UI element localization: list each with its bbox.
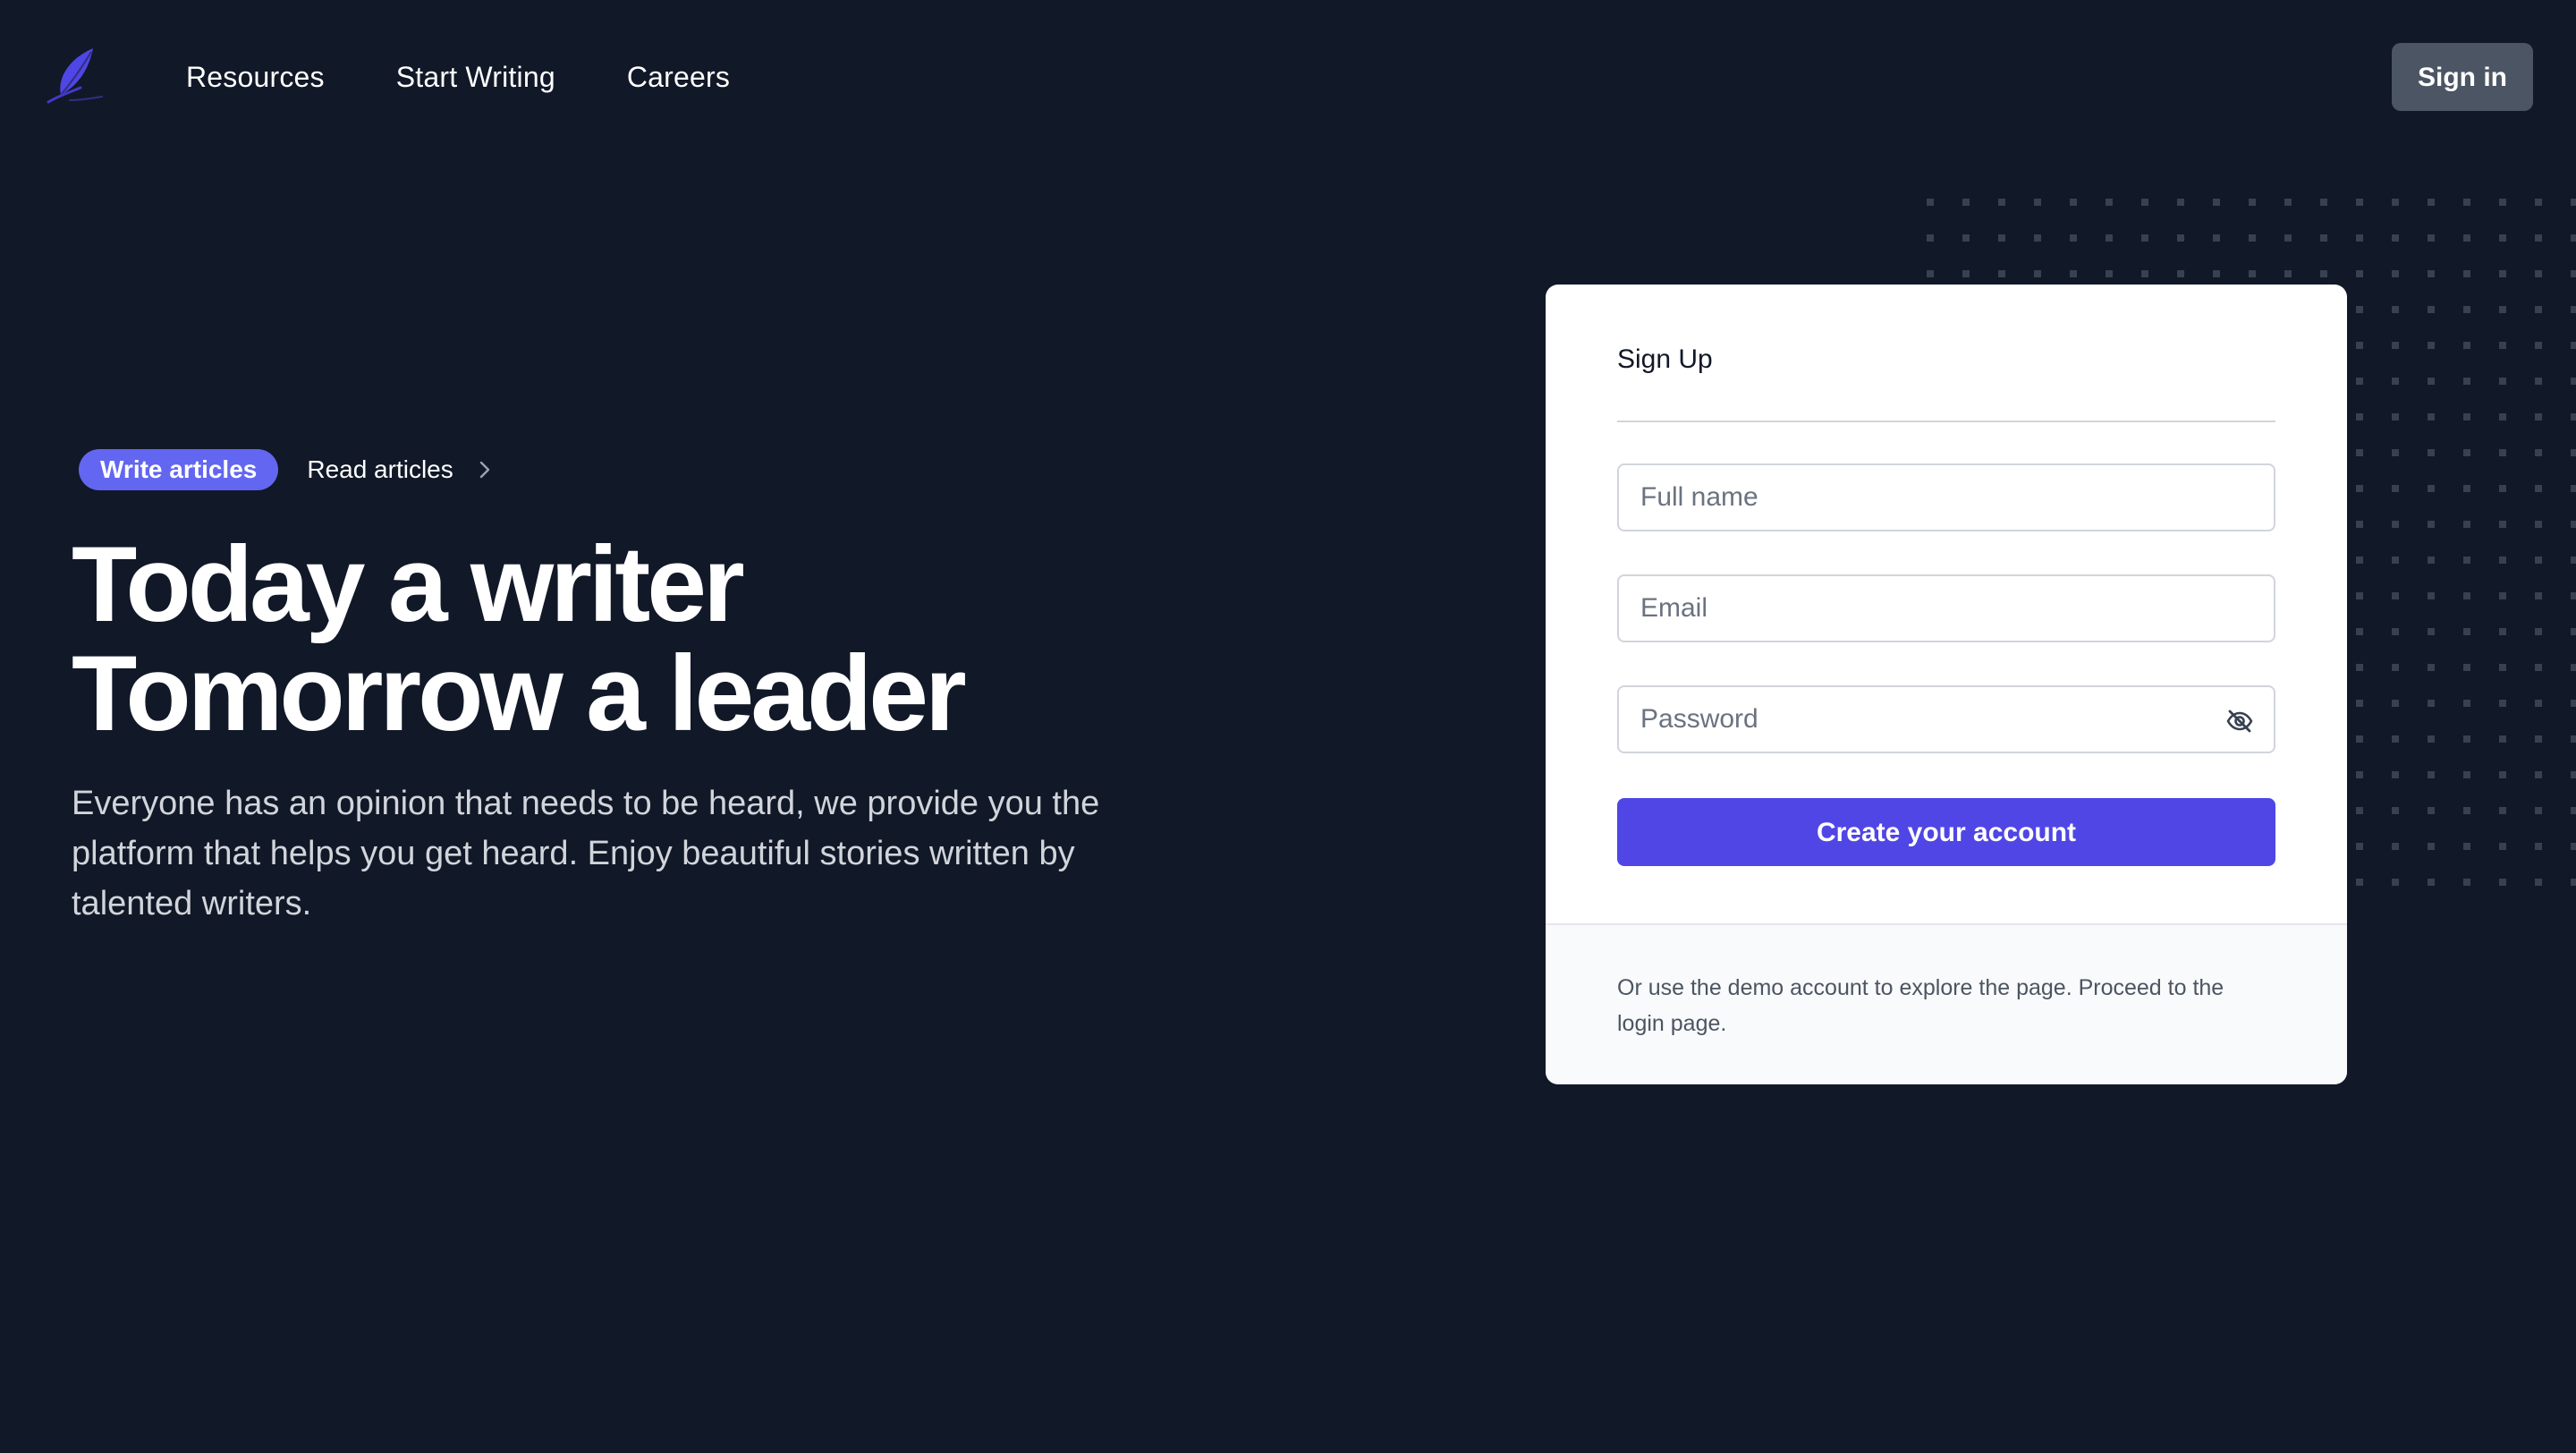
chevron-right-icon (479, 461, 489, 479)
main-nav: Resources Start Writing Careers (186, 57, 730, 97)
nav-start-writing[interactable]: Start Writing (396, 57, 555, 97)
nav-careers[interactable]: Careers (627, 57, 730, 97)
hero-badge-row: Write articles Read articles (79, 449, 495, 490)
site-header: Resources Start Writing Careers Sign in (0, 0, 2576, 154)
full-name-input[interactable] (1619, 465, 2274, 530)
eye-slash-icon[interactable] (2225, 707, 2254, 735)
hero-description: Everyone has an opinion that needs to be… (72, 785, 1100, 922)
full-name-field (1617, 463, 2275, 531)
feather-logo-icon[interactable] (41, 43, 107, 109)
create-account-button[interactable]: Create your account (1617, 798, 2275, 866)
email-field (1617, 574, 2275, 642)
hero-title-line-1: Today a writer (72, 524, 745, 644)
signup-divider (1617, 421, 2275, 422)
email-input[interactable] (1619, 576, 2274, 641)
read-articles-label: Read articles (307, 455, 453, 483)
signup-title: Sign Up (1617, 344, 1713, 374)
write-articles-pill[interactable]: Write articles (79, 449, 279, 490)
read-articles-link[interactable]: Read articles (307, 449, 494, 490)
signup-card: Sign Up Create your account Or use the d… (1546, 285, 2347, 1084)
hero-title-line-2: Tomorrow a leader (72, 633, 967, 753)
signup-footer: Or use the demo account to explore the p… (1546, 923, 2347, 1084)
demo-account-note: Or use the demo account to explore the p… (1617, 975, 2224, 1036)
sign-in-button[interactable]: Sign in (2392, 43, 2533, 111)
password-input[interactable] (1619, 687, 2274, 752)
password-field (1617, 685, 2275, 753)
nav-resources[interactable]: Resources (186, 57, 325, 97)
hero-title: Today a writer Tomorrow a leader (72, 524, 967, 753)
